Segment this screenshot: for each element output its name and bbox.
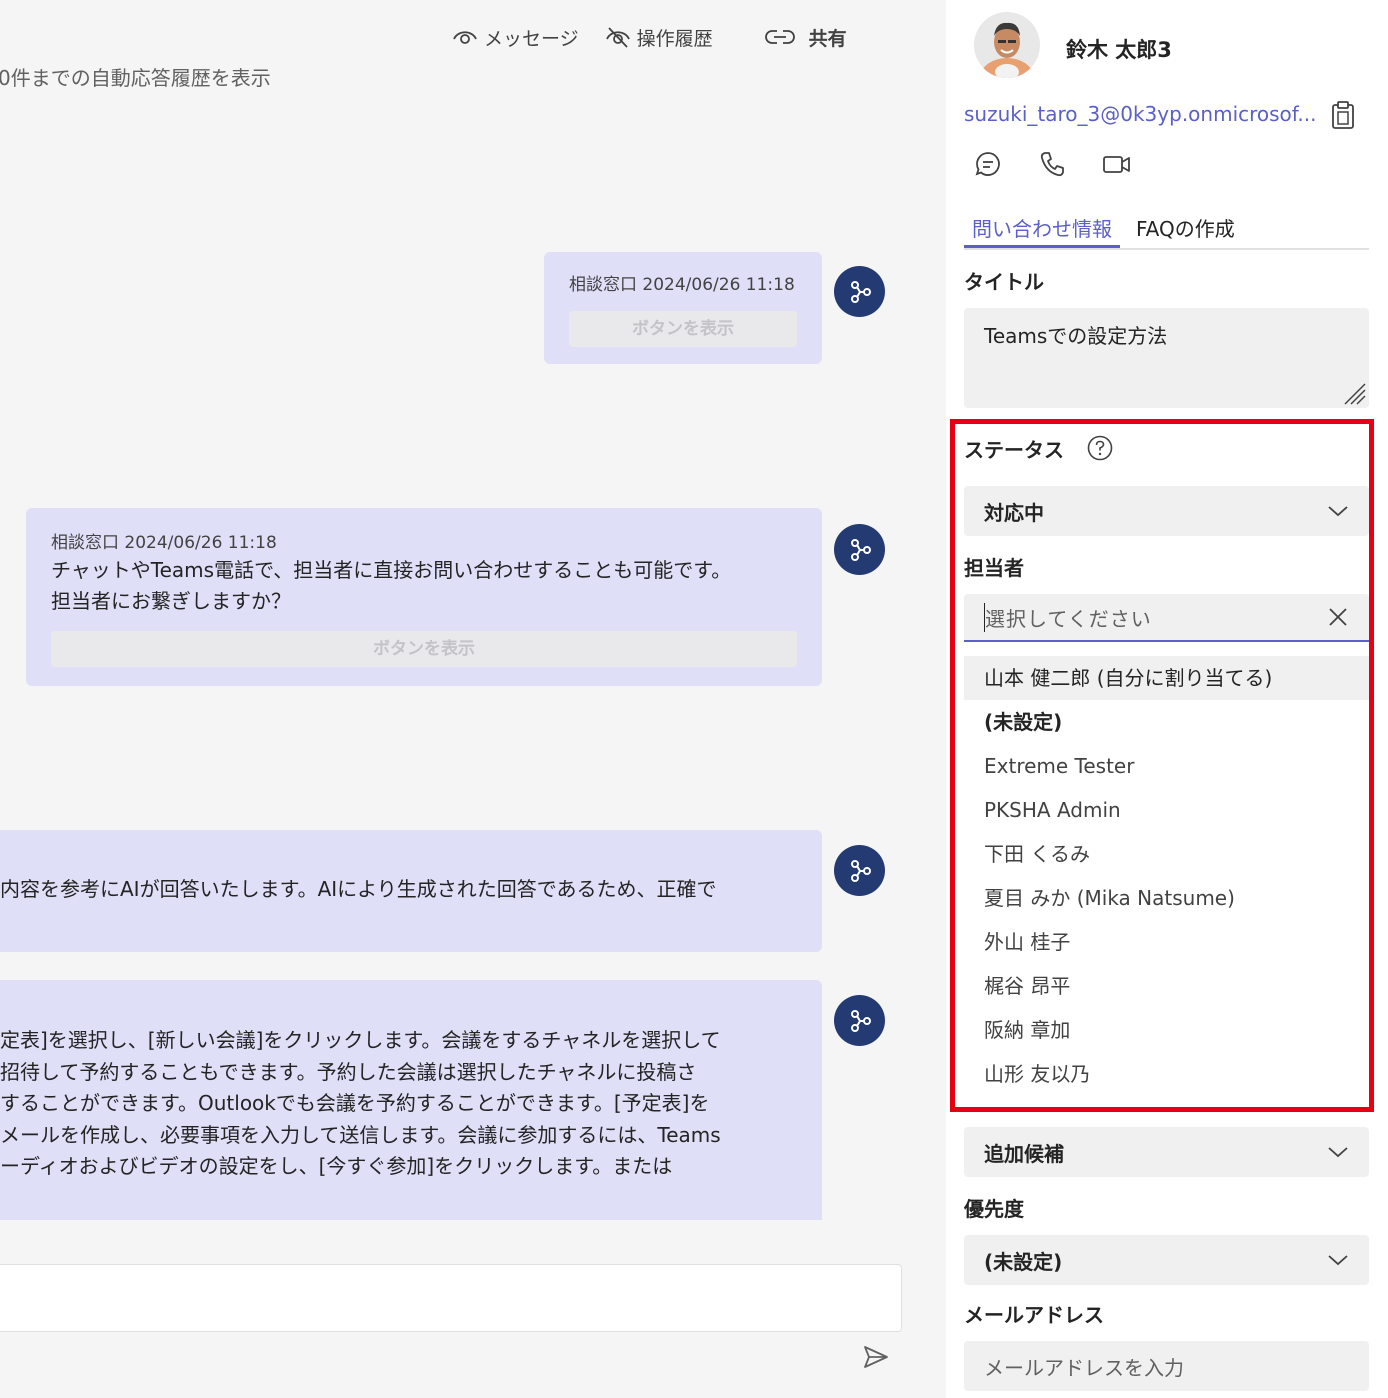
help-icon [1087,435,1113,461]
assignee-option[interactable]: 梶谷 昂平 [964,964,1369,1008]
copy-email-button[interactable] [1330,100,1356,134]
status-select[interactable]: 対応中 [964,486,1369,536]
assignee-label: 担当者 [964,556,1024,580]
message-line: することができます。Outlookでも会議を予約することができます。[予定表]を [0,1091,710,1115]
profile-name: 鈴木 太郎3 [1066,38,1172,62]
chevron-down-icon [1328,1147,1348,1158]
message-composer[interactable] [0,1264,902,1332]
assignee-option[interactable]: 下田 くるみ [964,832,1369,876]
bot-message: 相談窓口 2024/06/26 11:18 ボタンを表示 [544,252,822,364]
message-meta: 相談窓口 2024/06/26 11:18 [51,533,277,553]
share-nodes-icon [850,280,871,303]
status-label: ステータス [964,438,1064,462]
message-line: チャットやTeams電話で、担当者に直接お問い合わせすることも可能です。 [51,558,732,582]
assignee-option[interactable]: 阪納 章加 [964,1008,1369,1052]
share-label: 共有 [808,27,847,50]
bot-message: 定表]を選択し、[新しい会議]をクリックします。会議をするチャネルを選択して 招… [0,980,822,1220]
bot-avatar [834,845,885,896]
message-line: 招待して予約することもできます。予約した会議は選択したチャネルに投稿さ [0,1059,697,1084]
extra-candidates-value: 追加候補 [984,1141,1064,1166]
bot-avatar [834,995,885,1046]
message-view-label: メッセージ [484,27,579,50]
operation-history-label: 操作履歴 [636,27,713,50]
phone-icon [1040,152,1064,177]
resize-grip-icon[interactable] [1341,380,1367,406]
assignee-option-assign-self[interactable]: 山本 健二郎 (自分に割り当てる) [964,656,1369,700]
chat-icon [975,152,1000,176]
chevron-down-icon [1328,1255,1348,1266]
title-label: タイトル [964,270,1044,294]
status-help-button[interactable] [1086,434,1114,466]
message-meta: 相談窓口 2024/06/26 11:18 [569,275,795,295]
assignee-listbox: 山本 健二郎 (自分に割り当てる) (未設定) Extreme Tester P… [964,656,1369,1096]
title-field[interactable]: Teamsでの設定方法 [964,308,1369,408]
clear-icon[interactable] [1327,606,1349,628]
auto-reply-history-link[interactable]: 0件までの自動応答履歴を表示 [0,62,271,91]
message-line: ーディオおよびビデオの設定をし、[今すぐ参加]をクリックします。または [0,1154,673,1178]
send-icon [864,1346,888,1368]
extra-candidates-select[interactable]: 追加候補 [964,1127,1369,1177]
eye-icon [453,31,477,44]
share-nodes-icon [850,859,871,882]
bot-message: 内容を参考にAIが回答いたします。AIにより生成された回答であるため、正確で [0,830,822,952]
share-button[interactable]: 共有 [764,24,847,51]
show-buttons-button[interactable]: ボタンを表示 [569,311,797,347]
message-line: 担当者にお繋ぎしますか？ [51,589,291,613]
profile-email[interactable]: suzuki_taro_3@0k3yp.onmicrosof... [964,102,1316,126]
video-icon [1103,156,1130,173]
assignee-option[interactable]: 夏目 みか (Mika Natsume) [964,876,1369,920]
show-buttons-button[interactable]: ボタンを表示 [51,631,797,667]
chat-area: メッセージ 操作履歴 共有 0件までの自動応答履歴を表示 相談窓口 2024/0… [0,0,946,1398]
mail-input[interactable]: メールアドレスを入力 [964,1341,1369,1391]
assignee-combobox[interactable]: 選択してください [964,594,1369,642]
assignee-placeholder: 選択してください [984,602,1152,632]
share-nodes-icon [850,538,871,561]
status-value: 対応中 [984,500,1044,525]
operation-history-button[interactable]: 操作履歴 [605,24,713,51]
call-button[interactable] [1038,150,1066,178]
send-button[interactable] [862,1344,890,1374]
panel-tabs: 問い合わせ情報 FAQの作成 [964,210,1369,250]
share-nodes-icon [850,1009,871,1032]
video-call-button[interactable] [1102,150,1132,178]
chevron-down-icon [1328,506,1348,517]
mail-label: メールアドレス [964,1303,1104,1327]
assignee-option[interactable]: Extreme Tester [964,744,1369,788]
avatar [974,12,1040,78]
chat-button[interactable] [974,150,1002,178]
chat-toolbar: メッセージ 操作履歴 共有 [452,22,847,52]
bot-message: 相談窓口 2024/06/26 11:18 チャットやTeams電話で、担当者に… [26,508,822,686]
tab-inquiry-info[interactable]: 問い合わせ情報 [964,210,1120,248]
eye-off-icon [605,27,630,48]
inquiry-panel: 鈴木 太郎3 suzuki_taro_3@0k3yp.onmicrosof...… [946,0,1388,1398]
priority-value: (未設定) [984,1249,1063,1274]
priority-label: 優先度 [964,1197,1024,1221]
assignee-option[interactable]: PKSHA Admin [964,788,1369,832]
contact-actions [974,150,1168,178]
priority-select[interactable]: (未設定) [964,1235,1369,1285]
clipboard-icon [1332,101,1354,129]
link-icon [764,30,795,44]
assignee-option-unset[interactable]: (未設定) [964,700,1369,744]
title-value: Teamsでの設定方法 [984,324,1168,348]
message-line: メールを作成し、必要事項を入力して送信します。会議に参加するには、Teams [0,1122,721,1147]
bot-avatar [834,524,885,575]
message-line: 内容を参考にAIが回答いたします。AIにより生成された回答であるため、正確で [0,877,717,901]
tab-create-faq[interactable]: FAQの作成 [1128,210,1243,248]
message-view-button[interactable]: メッセージ [452,24,579,51]
bot-avatar [834,266,885,317]
mail-placeholder: メールアドレスを入力 [984,1355,1184,1380]
assignee-option[interactable]: 外山 桂子 [964,920,1369,964]
assignee-option[interactable]: 山形 友以乃 [964,1052,1369,1096]
message-line: 定表]を選択し、[新しい会議]をクリックします。会議をするチャネルを選択して [0,1028,721,1052]
